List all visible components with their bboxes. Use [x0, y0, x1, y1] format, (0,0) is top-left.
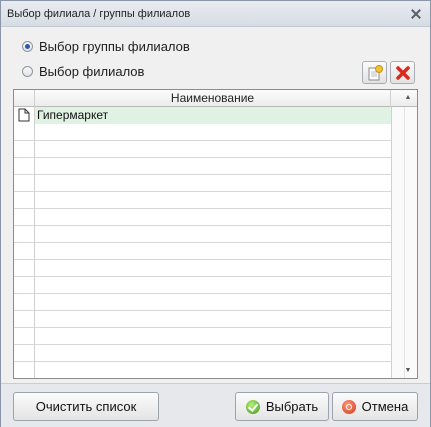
grid-header: Наименование ▲: [14, 90, 417, 107]
table-row-empty: [14, 362, 391, 378]
row-icon-cell: [14, 311, 35, 328]
table-row-empty: [14, 243, 391, 260]
row-icon-cell: [14, 124, 35, 141]
dialog-window: Выбор филиала / группы филиалов Выбор гр…: [0, 0, 431, 427]
table-row-empty: [14, 175, 391, 192]
row-icon-cell: [14, 192, 35, 209]
table-row[interactable]: Гипермаркет: [14, 107, 391, 124]
close-icon[interactable]: [408, 6, 424, 22]
row-icon-cell: [14, 328, 35, 345]
add-item-icon: [368, 65, 383, 81]
radio-button-checked[interactable]: [22, 40, 33, 52]
title-bar: Выбор филиала / группы филиалов: [1, 1, 430, 27]
table-row-empty: [14, 209, 391, 226]
branch-grid: Наименование ▲ Гипермаркет ▼: [13, 89, 418, 379]
row-icon-cell: [14, 243, 35, 260]
table-row-empty: [14, 294, 391, 311]
cancel-label: Отмена: [361, 399, 409, 414]
table-row-empty: [14, 260, 391, 277]
document-icon: [18, 108, 30, 122]
row-icon-cell: [14, 260, 35, 277]
row-icon-cell: [14, 345, 35, 362]
row-icon-cell: [14, 226, 35, 243]
scroll-up-icon[interactable]: ▲: [402, 92, 414, 104]
table-row-empty: [14, 226, 391, 243]
row-icon-cell: [14, 209, 35, 226]
row-icon-cell: [14, 277, 35, 294]
delete-x-icon: [396, 66, 410, 80]
row-icon-cell: [14, 175, 35, 192]
header-icon-column: [14, 90, 35, 107]
radio-branch-selection[interactable]: Выбор филиалов: [22, 63, 144, 79]
clear-list-button[interactable]: Очистить список: [13, 392, 159, 421]
table-row-empty: [14, 158, 391, 175]
select-label: Выбрать: [265, 399, 319, 414]
scrollbar-track: [404, 107, 405, 378]
vertical-scrollbar[interactable]: [391, 107, 417, 378]
row-icon-cell: [14, 107, 35, 124]
select-button[interactable]: Выбрать: [235, 392, 329, 421]
radio-label-branches: Выбор филиалов: [39, 63, 145, 79]
cancel-icon: [341, 399, 356, 414]
scroll-down-icon[interactable]: ▼: [402, 365, 414, 377]
add-button[interactable]: [362, 61, 387, 84]
table-row-empty: [14, 328, 391, 345]
delete-button[interactable]: [390, 61, 415, 84]
table-row-empty: [14, 311, 391, 328]
table-row-empty: [14, 124, 391, 141]
cancel-button[interactable]: Отмена: [332, 392, 418, 421]
radio-group-selection[interactable]: Выбор группы филиалов: [22, 38, 190, 54]
table-row-empty: [14, 345, 391, 362]
row-icon-cell: [14, 294, 35, 311]
row-icon-cell: [14, 158, 35, 175]
row-name: Гипермаркет: [35, 107, 391, 124]
table-row-empty: [14, 277, 391, 294]
table-row-empty: [14, 141, 391, 158]
row-icon-cell: [14, 362, 35, 378]
radio-button-unchecked[interactable]: [22, 65, 33, 77]
window-title: Выбор филиала / группы филиалов: [7, 8, 191, 20]
header-name-column[interactable]: Наименование: [35, 90, 391, 107]
row-icon-cell: [14, 141, 35, 158]
radio-label-group: Выбор группы филиалов: [39, 38, 190, 54]
checkmark-icon: [245, 399, 260, 414]
table-row-empty: [14, 192, 391, 209]
clear-list-label: Очистить список: [35, 399, 137, 414]
